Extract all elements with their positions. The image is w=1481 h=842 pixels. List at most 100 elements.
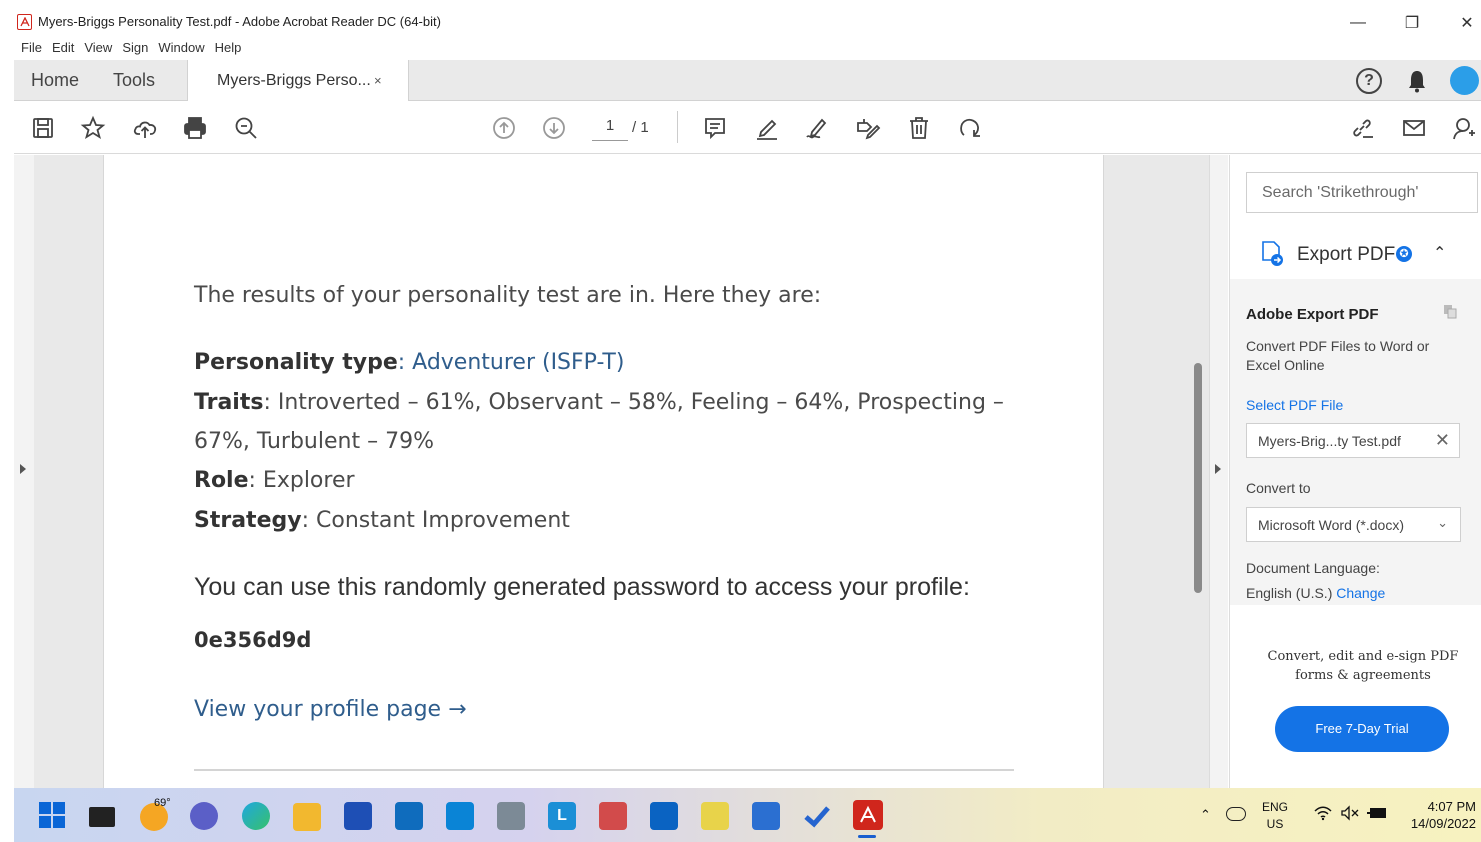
- bell-icon[interactable]: [1406, 69, 1428, 93]
- clock-date: 14/09/2022: [1410, 816, 1476, 831]
- volume-muted-icon[interactable]: [1340, 805, 1360, 825]
- change-language-link[interactable]: Change: [1336, 585, 1385, 601]
- avatar[interactable]: [1450, 66, 1479, 95]
- clock[interactable]: 4:07 PM 14/09/2022: [1400, 798, 1476, 832]
- convert-to-select[interactable]: Microsoft Word (*.docx) ⌄: [1246, 507, 1461, 542]
- strategy-line: Strategy: Constant Improvement: [194, 508, 570, 533]
- left-panel-toggle[interactable]: [14, 155, 34, 788]
- export-title: Adobe Export PDF: [1246, 306, 1379, 323]
- zoom-icon[interactable]: [231, 113, 261, 143]
- expand-left-icon: [20, 464, 26, 474]
- share-link-icon[interactable]: [1347, 113, 1377, 143]
- upload-cloud-icon[interactable]: [130, 113, 160, 143]
- todo-icon[interactable]: [803, 802, 831, 830]
- windows-start-icon[interactable]: [39, 802, 65, 828]
- close-button[interactable]: ✕: [1452, 10, 1481, 36]
- file-explorer-icon[interactable]: [293, 803, 321, 831]
- previous-page-icon[interactable]: [489, 113, 519, 143]
- personality-label: Personality type: [194, 350, 398, 375]
- menu-help[interactable]: Help: [215, 40, 242, 58]
- tab-tools[interactable]: Tools: [113, 70, 155, 91]
- minimize-button[interactable]: —: [1343, 10, 1373, 36]
- task-view-icon[interactable]: [89, 807, 115, 827]
- mail-app-icon[interactable]: [395, 802, 423, 830]
- menu-window[interactable]: Window: [158, 40, 204, 58]
- free-trial-button[interactable]: Free 7-Day Trial: [1275, 706, 1449, 752]
- scrollbar-thumb[interactable]: [1194, 363, 1202, 593]
- menu-file[interactable]: File: [21, 40, 42, 58]
- tab-bar: Home Tools Myers-Briggs Perso... × ?: [14, 60, 1481, 101]
- remove-file-icon[interactable]: ✕: [1435, 430, 1450, 451]
- window-title: Myers-Briggs Personality Test.pdf - Adob…: [38, 14, 441, 29]
- document-language-value: English (U.S.): [1246, 585, 1333, 601]
- export-pdf-icon: [1260, 241, 1284, 267]
- help-icon[interactable]: ?: [1356, 68, 1382, 94]
- save-icon[interactable]: [28, 113, 58, 143]
- profile-link[interactable]: View your profile page →: [194, 697, 467, 722]
- lync-icon[interactable]: L: [548, 802, 576, 830]
- calendar-icon[interactable]: [752, 802, 780, 830]
- chevron-up-icon[interactable]: ⌃: [1433, 243, 1446, 263]
- active-app-indicator: [858, 835, 876, 838]
- selected-file-field[interactable]: Myers-Brig...ty Test.pdf ✕: [1246, 423, 1460, 458]
- strategy-value: : Constant Improvement: [301, 508, 570, 533]
- right-panel-toggle[interactable]: [1209, 155, 1228, 788]
- password-value: 0e356d9d: [194, 628, 312, 652]
- export-pdf-panel: Adobe Export PDF Convert PDF Files to Wo…: [1230, 279, 1481, 605]
- document-area: The results of your personality test are…: [14, 155, 1228, 788]
- language-bottom: US: [1266, 817, 1284, 831]
- intro-text: The results of your personality test are…: [194, 283, 822, 308]
- print-icon[interactable]: [180, 113, 210, 143]
- page-number-input[interactable]: 1: [592, 117, 628, 141]
- export-pdf-header[interactable]: Export PDF ✪ ⌃: [1230, 229, 1481, 279]
- copy-icon[interactable]: [1442, 303, 1458, 319]
- tray-overflow-icon[interactable]: ⌃: [1200, 806, 1211, 823]
- select-pdf-file-link[interactable]: Select PDF File: [1246, 397, 1343, 413]
- menu-edit[interactable]: Edit: [52, 40, 74, 58]
- edit-pdf-icon[interactable]: [853, 113, 883, 143]
- chat-icon[interactable]: [190, 802, 218, 830]
- remote-desktop-icon[interactable]: [650, 802, 678, 830]
- onedrive-icon[interactable]: [1226, 807, 1246, 821]
- traits-label: Traits: [194, 390, 264, 415]
- premium-badge-icon: ✪: [1396, 246, 1412, 262]
- store-icon[interactable]: [344, 802, 372, 830]
- network-app-icon[interactable]: [497, 802, 525, 830]
- document-language-label: Document Language:: [1246, 560, 1380, 576]
- edge-icon[interactable]: [242, 802, 270, 830]
- tab-document[interactable]: Myers-Briggs Perso... ×: [187, 60, 409, 101]
- promo-text: Convert, edit and e-sign PDF forms & agr…: [1267, 649, 1459, 683]
- tools-pane: Search 'Strikethrough' Export PDF ✪ ⌃ Ad…: [1229, 155, 1481, 788]
- language-indicator[interactable]: ENG US: [1262, 799, 1288, 833]
- acrobat-taskbar-icon[interactable]: [853, 800, 883, 830]
- selected-file-name: Myers-Brig...ty Test.pdf: [1258, 433, 1401, 449]
- divider: [194, 769, 1014, 771]
- next-page-icon[interactable]: [539, 113, 569, 143]
- menu-sign[interactable]: Sign: [122, 40, 148, 58]
- maximize-button[interactable]: ❐: [1397, 10, 1427, 36]
- sign-icon[interactable]: [802, 113, 832, 143]
- trash-icon[interactable]: [904, 113, 934, 143]
- acrobat-icon: [17, 14, 32, 30]
- battery-icon[interactable]: [1366, 805, 1388, 825]
- tab-home[interactable]: Home: [31, 70, 79, 91]
- highlight-icon[interactable]: [752, 113, 782, 143]
- photos-icon[interactable]: [599, 802, 627, 830]
- menu-view[interactable]: View: [84, 40, 112, 58]
- weather-temperature: 69°: [154, 797, 171, 809]
- search-input[interactable]: Search 'Strikethrough': [1246, 172, 1478, 213]
- add-user-icon[interactable]: [1449, 113, 1479, 143]
- snipping-tool-icon[interactable]: [701, 802, 729, 830]
- mail-icon[interactable]: [1399, 113, 1429, 143]
- convert-to-value: Microsoft Word (*.docx): [1258, 517, 1404, 533]
- chevron-down-icon: ⌄: [1437, 515, 1448, 530]
- rotate-icon[interactable]: [955, 113, 985, 143]
- tab-close-icon[interactable]: ×: [374, 73, 382, 88]
- outlook-icon[interactable]: [446, 802, 474, 830]
- password-intro: You can use this randomly generated pass…: [194, 573, 970, 601]
- comment-icon[interactable]: [700, 113, 730, 143]
- wifi-icon[interactable]: [1313, 805, 1333, 825]
- toolbar-divider: [677, 111, 678, 143]
- star-icon[interactable]: [78, 113, 108, 143]
- traits-value: : Introverted – 61%, Observant – 58%, Fe…: [263, 390, 1004, 415]
